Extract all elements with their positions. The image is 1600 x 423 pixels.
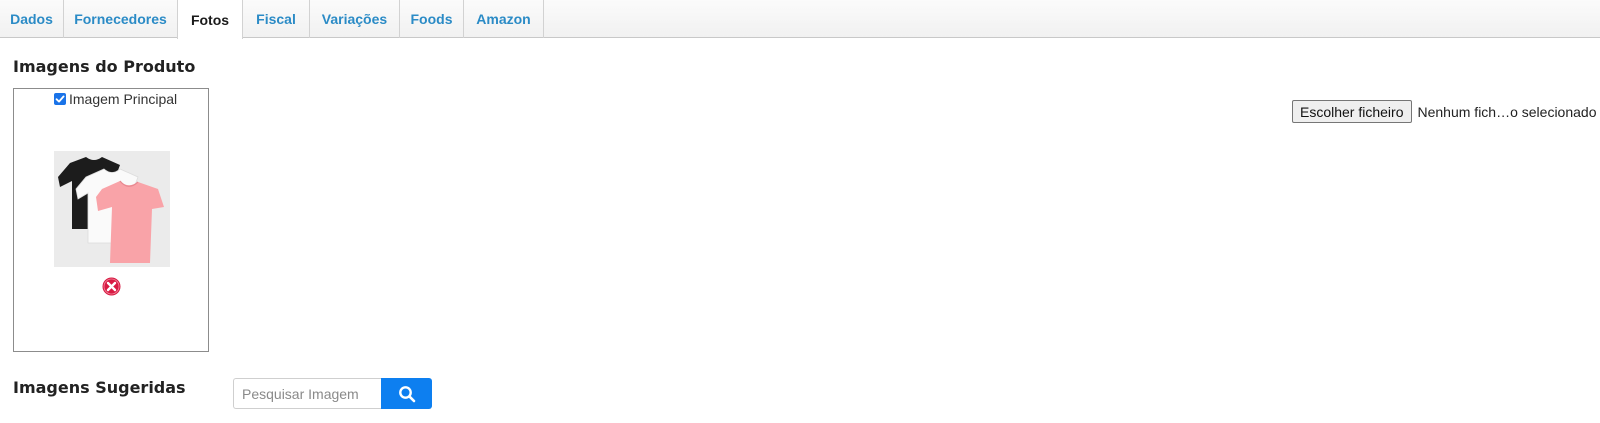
file-status-text: Nenhum fich…o selecionado [1417, 103, 1597, 120]
choose-file-button[interactable]: Escolher ficheiro [1292, 100, 1412, 123]
main-image-checkbox[interactable]: Imagem Principal [54, 91, 177, 107]
tab-bar: Dados Fornecedores Fotos Fiscal Variaçõe… [0, 0, 1600, 39]
search-image-input[interactable] [233, 378, 381, 409]
product-images-title: Imagens do Produto [13, 57, 196, 76]
main-image-label: Imagem Principal [69, 91, 178, 107]
tab-fotos[interactable]: Fotos [177, 0, 243, 39]
tab-amazon[interactable]: Amazon [464, 0, 544, 38]
search-button[interactable] [381, 378, 432, 409]
tab-fornecedores[interactable]: Fornecedores [64, 0, 178, 38]
file-upload: Escolher ficheiro Nenhum fich…o selecion… [1292, 100, 1597, 123]
product-edit-page: Dados Fornecedores Fotos Fiscal Variaçõe… [0, 0, 1600, 423]
tab-variacoes[interactable]: Variações [310, 0, 400, 38]
checkbox-checked-icon[interactable] [54, 93, 66, 105]
tab-dados[interactable]: Dados [0, 0, 64, 38]
tab-fiscal[interactable]: Fiscal [243, 0, 310, 38]
tab-foods[interactable]: Foods [400, 0, 464, 38]
t-shirts-photo-icon [58, 157, 164, 263]
suggested-images-title: Imagens Sugeridas [13, 378, 186, 397]
product-thumbnail [54, 151, 170, 267]
product-image-card: Imagem Principal [13, 88, 209, 352]
remove-image-icon[interactable] [102, 277, 121, 296]
search-icon [398, 385, 415, 402]
